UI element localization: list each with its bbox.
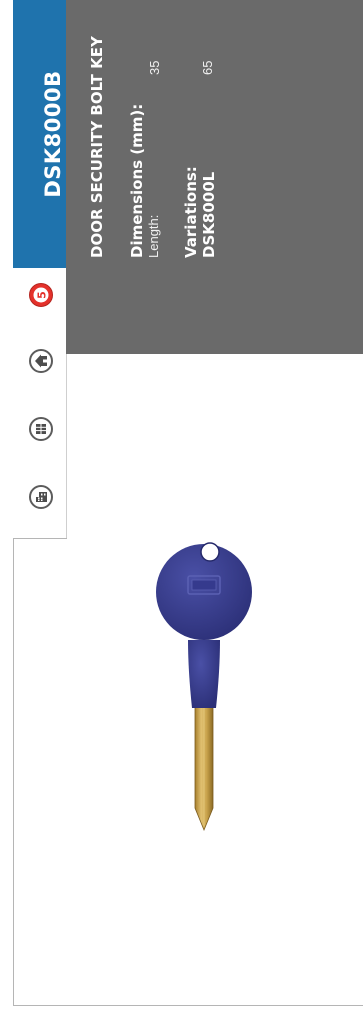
window-grid-icon: [28, 416, 54, 442]
product-info-panel: DOOR SECURITY BOLT KEY Dimensions (mm): …: [66, 0, 363, 354]
house-icon: [28, 348, 54, 374]
frame-bottom-border: [13, 1005, 363, 1006]
building-icon: [28, 484, 54, 510]
variations-heading: Variations:: [182, 166, 200, 258]
product-code: DSK8000B: [41, 70, 65, 198]
length-label: Length:: [146, 214, 161, 258]
key-product-image: [150, 530, 260, 840]
length-value: 35: [147, 60, 162, 75]
frame-left-border: [13, 538, 14, 1005]
product-title: DOOR SECURITY BOLT KEY: [88, 36, 106, 258]
product-sheet: DSK8000B DOOR SECURITY BOLT KEY Dimensio…: [0, 0, 363, 1020]
dimensions-heading: Dimensions (mm):: [128, 103, 146, 258]
variation-length: 65: [200, 60, 215, 75]
frame-divider: [13, 538, 67, 539]
svg-text:5: 5: [36, 291, 49, 299]
product-code-band: DSK8000B: [13, 0, 66, 268]
security-rating-icon: 5: [28, 282, 54, 308]
variation-code: DSK8000L: [200, 171, 218, 258]
